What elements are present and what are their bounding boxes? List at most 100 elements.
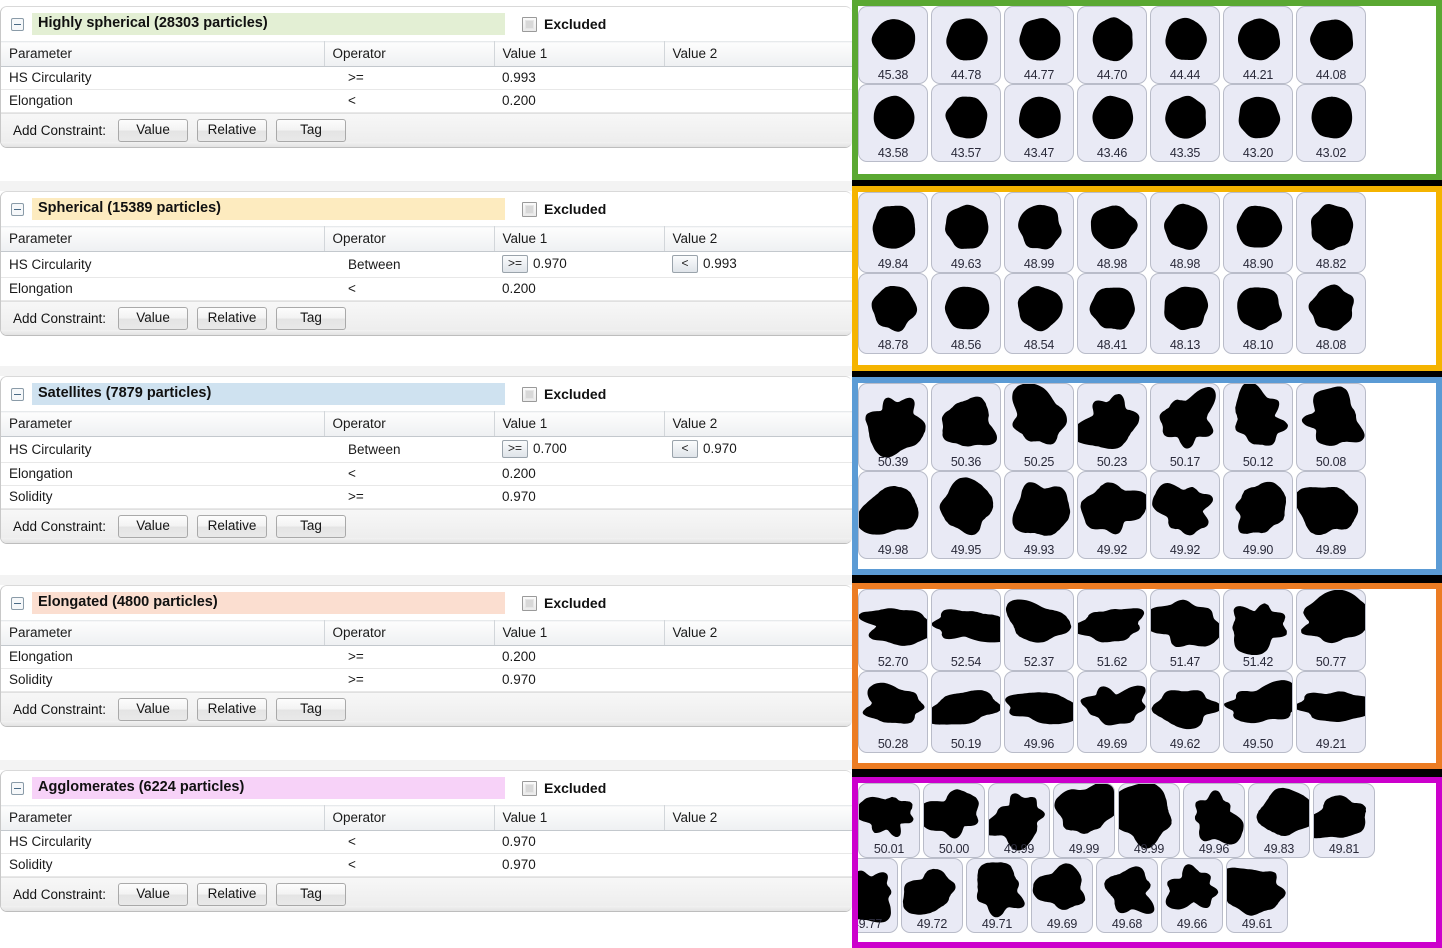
column-header[interactable]: Value 2 — [664, 805, 852, 831]
particle-tile[interactable]: 49.81 — [1313, 783, 1375, 858]
particle-tile[interactable]: 49.71 — [966, 858, 1028, 933]
value1-cell[interactable]: >= 0.970 — [494, 251, 664, 278]
excluded-checkbox[interactable] — [522, 780, 537, 796]
particle-tile[interactable]: 52.54 — [931, 589, 1001, 671]
value2-cell[interactable] — [664, 66, 852, 90]
particle-tile[interactable]: 49.93 — [1004, 471, 1074, 559]
particle-tile[interactable]: 49.89 — [1296, 471, 1366, 559]
table-row[interactable]: Solidity >= 0.970 — [1, 668, 852, 692]
collapse-minus-icon[interactable] — [11, 202, 24, 216]
particle-tile[interactable]: 49.50 — [1223, 671, 1293, 753]
add-value-constraint-button[interactable]: Value — [118, 118, 189, 142]
particle-tile[interactable]: 50.17 — [1150, 383, 1220, 471]
value2-cell[interactable] — [664, 277, 852, 301]
particle-tile[interactable]: 44.44 — [1150, 6, 1220, 84]
add-relative-constraint-button[interactable]: Relative — [197, 882, 268, 906]
value1-cell[interactable]: 0.993 — [494, 66, 664, 90]
particle-tile[interactable]: 49.83 — [1248, 783, 1310, 858]
particle-tile[interactable]: 48.82 — [1296, 192, 1366, 273]
column-header[interactable]: Value 2 — [664, 226, 852, 252]
value1-cell[interactable]: 0.200 — [494, 645, 664, 669]
particle-tile[interactable]: 49.68 — [1096, 858, 1158, 933]
column-header[interactable]: Operator — [324, 620, 495, 646]
add-relative-constraint-button[interactable]: Relative — [197, 697, 268, 721]
table-row[interactable]: HS Circularity Between >= 0.700 <0.970 — [1, 436, 852, 463]
particle-tile[interactable]: 52.37 — [1004, 589, 1074, 671]
particle-tile[interactable]: 49.63 — [931, 192, 1001, 273]
table-row[interactable]: Elongation >= 0.200 — [1, 645, 852, 669]
particle-tile[interactable]: 51.42 — [1223, 589, 1293, 671]
particle-tile[interactable]: 43.02 — [1296, 84, 1366, 162]
value2-operator-button[interactable]: < — [672, 440, 698, 458]
column-header[interactable]: Parameter — [1, 226, 325, 252]
operator-cell[interactable]: < — [324, 277, 494, 301]
column-header[interactable]: Operator — [324, 805, 495, 831]
column-header[interactable]: Value 1 — [494, 411, 665, 437]
collapse-minus-icon[interactable] — [11, 17, 24, 31]
particle-tile[interactable]: 43.57 — [931, 84, 1001, 162]
value2-cell[interactable] — [664, 668, 852, 692]
excluded-checkbox-group[interactable]: Excluded — [522, 595, 606, 611]
particle-tile[interactable]: 50.08 — [1296, 383, 1366, 471]
column-header[interactable]: Value 1 — [494, 620, 665, 646]
add-value-constraint-button[interactable]: Value — [118, 882, 189, 906]
particle-tile[interactable]: 51.47 — [1150, 589, 1220, 671]
particle-tile[interactable]: 48.41 — [1077, 273, 1147, 354]
add-value-constraint-button[interactable]: Value — [118, 514, 189, 538]
column-header[interactable]: Value 1 — [494, 41, 665, 67]
table-row[interactable]: Elongation <0.200 — [1, 89, 852, 113]
value1-cell[interactable]: >= 0.700 — [494, 436, 664, 463]
particle-tile[interactable]: 49.21 — [1296, 671, 1366, 753]
value1-operator-button[interactable]: >= — [502, 255, 528, 273]
value1-cell[interactable]: 0.200 — [494, 277, 664, 301]
particle-tile[interactable]: 50.00 — [923, 783, 985, 858]
operator-cell[interactable]: >= — [324, 668, 494, 692]
particle-tile[interactable]: 49.99 — [1118, 783, 1180, 858]
particle-tile[interactable]: 50.77 — [1296, 589, 1366, 671]
particle-tile[interactable]: 49.69 — [1077, 671, 1147, 753]
particle-tile[interactable]: 48.13 — [1150, 273, 1220, 354]
excluded-checkbox-group[interactable]: Excluded — [522, 386, 606, 402]
particle-tile[interactable]: 51.62 — [1077, 589, 1147, 671]
table-row[interactable]: Elongation <0.200 — [1, 462, 852, 486]
table-row[interactable]: HS Circularity >= 0.993 — [1, 66, 852, 90]
table-row[interactable]: Solidity <0.970 — [1, 853, 852, 877]
particle-tile[interactable]: 48.56 — [931, 273, 1001, 354]
particle-tile[interactable]: 50.28 — [858, 671, 928, 753]
particle-tile[interactable]: 44.70 — [1077, 6, 1147, 84]
value2-cell[interactable] — [664, 830, 852, 854]
add-tag-constraint-button[interactable]: Tag — [276, 514, 347, 538]
value2-cell[interactable] — [664, 89, 852, 113]
value2-cell[interactable] — [664, 645, 852, 669]
particle-tile[interactable]: 44.21 — [1223, 6, 1293, 84]
column-header[interactable]: Operator — [324, 226, 495, 252]
particle-tile[interactable]: 48.99 — [1004, 192, 1074, 273]
excluded-checkbox-group[interactable]: Excluded — [522, 201, 606, 217]
particle-tile[interactable]: 43.46 — [1077, 84, 1147, 162]
particle-tile[interactable]: 52.70 — [858, 589, 928, 671]
particle-tile[interactable]: 50.19 — [931, 671, 1001, 753]
particle-tile[interactable]: 49.84 — [858, 192, 928, 273]
column-header[interactable]: Value 2 — [664, 41, 852, 67]
particle-tile[interactable]: 49.92 — [1077, 471, 1147, 559]
excluded-checkbox-group[interactable]: Excluded — [522, 780, 606, 796]
value1-cell[interactable]: 0.970 — [494, 485, 664, 509]
column-header[interactable]: Value 1 — [494, 226, 665, 252]
particle-tile[interactable]: 48.90 — [1223, 192, 1293, 273]
particle-tile[interactable]: 49.96 — [1183, 783, 1245, 858]
operator-cell[interactable]: < — [324, 462, 494, 486]
operator-cell[interactable]: Between — [324, 436, 494, 463]
value1-cell[interactable]: 0.970 — [494, 830, 664, 854]
add-tag-constraint-button[interactable]: Tag — [276, 306, 347, 330]
table-row[interactable]: HS Circularity <0.970 — [1, 830, 852, 854]
add-tag-constraint-button[interactable]: Tag — [276, 697, 347, 721]
particle-tile[interactable]: 49.92 — [1150, 471, 1220, 559]
particle-tile[interactable]: 43.20 — [1223, 84, 1293, 162]
particle-tile[interactable]: 49.77 — [858, 858, 898, 933]
value2-cell[interactable] — [664, 485, 852, 509]
add-tag-constraint-button[interactable]: Tag — [276, 118, 347, 142]
particle-tile[interactable]: 45.38 — [858, 6, 928, 84]
table-row[interactable]: Elongation <0.200 — [1, 277, 852, 301]
particle-tile[interactable]: 49.69 — [1031, 858, 1093, 933]
operator-cell[interactable]: < — [324, 830, 494, 854]
